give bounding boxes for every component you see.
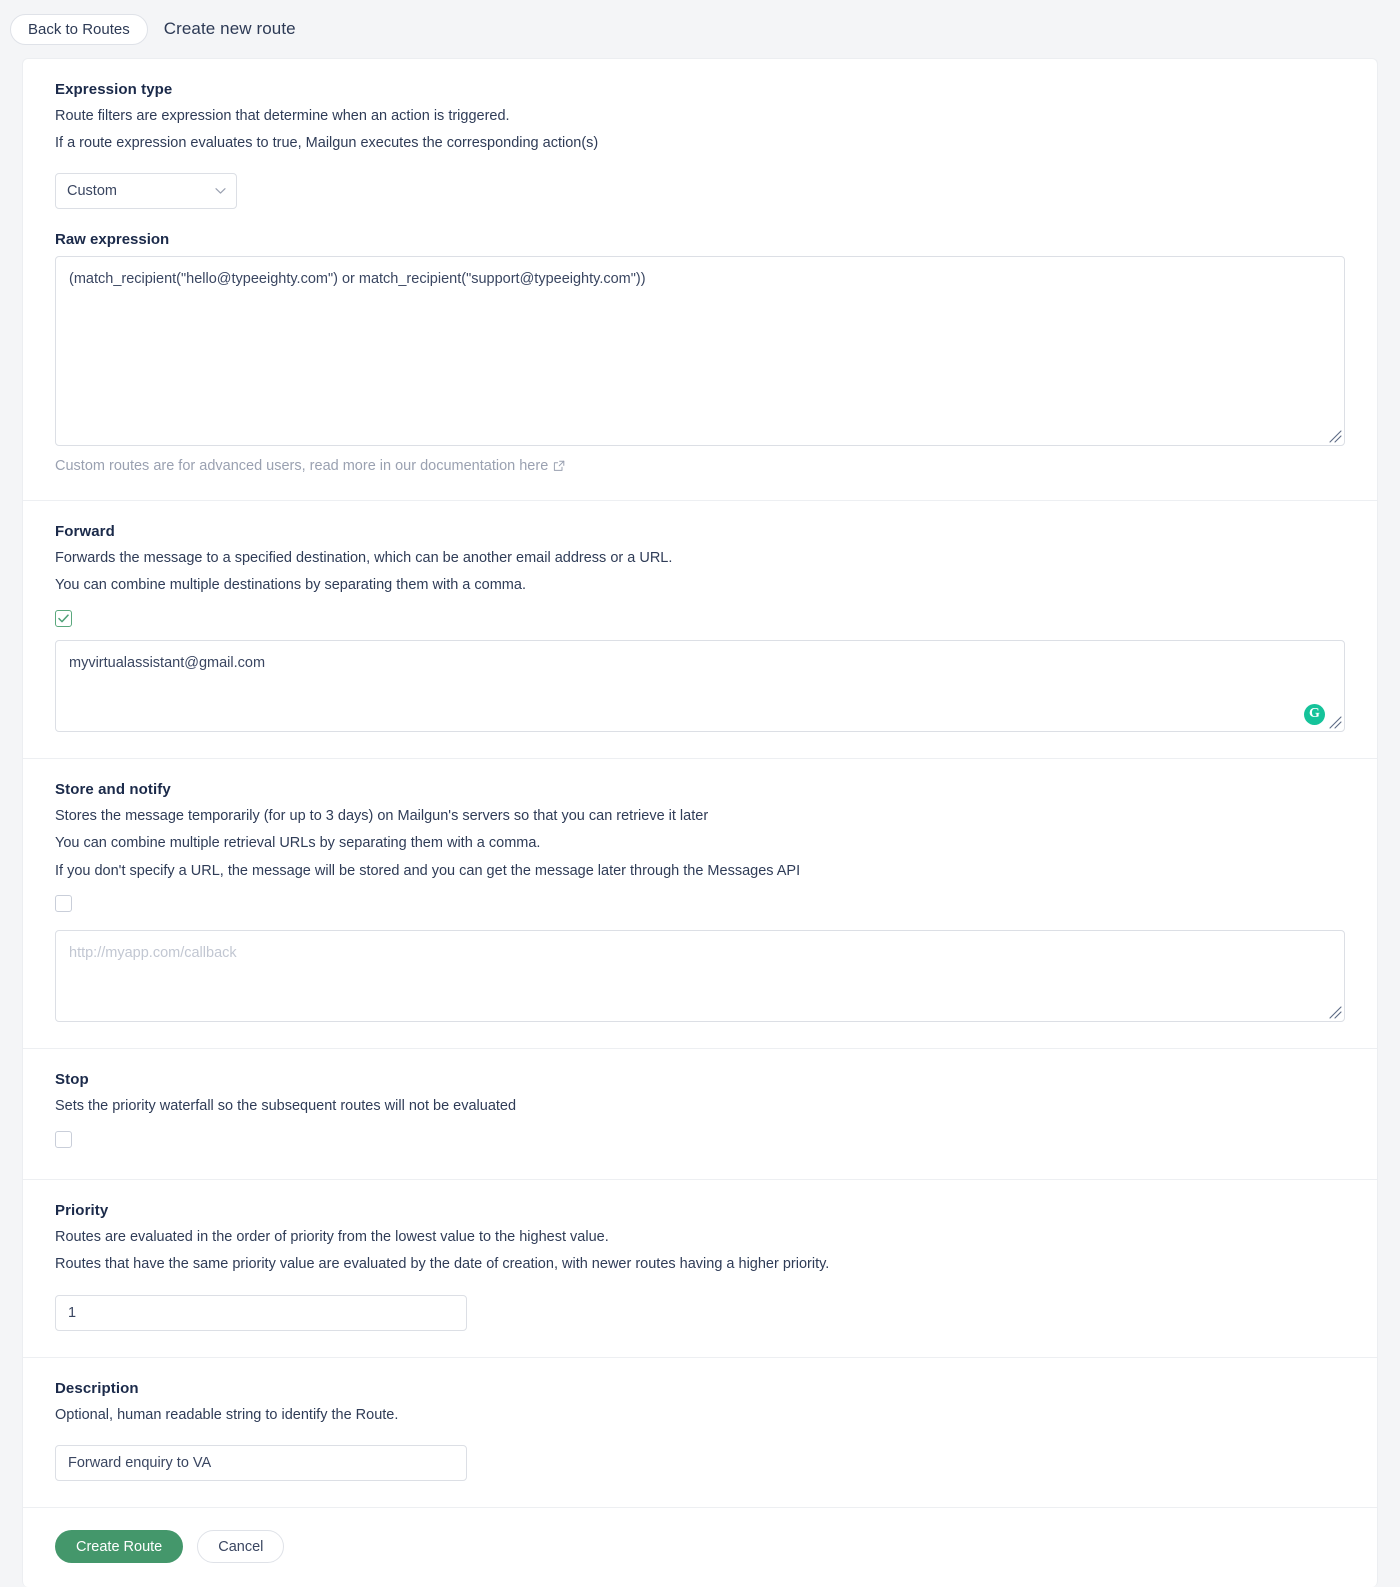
priority-description-line-1: Routes are evaluated in the order of pri…: [55, 1228, 609, 1245]
raw-expression-helper-text: Custom routes are for advanced users, re…: [55, 457, 549, 474]
expression-type-select-value: Custom: [67, 182, 117, 199]
forward-checkbox[interactable]: [55, 609, 72, 627]
forward-description-line-2: You can combine multiple destinations by…: [55, 577, 526, 594]
priority-title: Priority: [55, 1201, 109, 1219]
stop-description-line-1: Sets the priority waterfall so the subse…: [55, 1098, 517, 1115]
page-title: Create new route: [163, 19, 296, 38]
store-and-notify-checkbox[interactable]: [55, 895, 72, 913]
expression-type-select[interactable]: Custom: [55, 172, 237, 209]
expression-type-description-line-1: Route filters are expression that determ…: [55, 108, 510, 124]
expression-type-description-line-2: If a route expression evaluates to true,…: [55, 135, 599, 152]
stop-checkbox[interactable]: [55, 1130, 72, 1148]
store-and-notify-url-wrapper: [55, 930, 1345, 1023]
store-and-notify-description-line-3: If you don't specify a URL, the message …: [55, 862, 801, 879]
checkmark-icon: [58, 614, 69, 623]
description-title: Description: [55, 1379, 139, 1397]
cancel-button[interactable]: Cancel: [197, 1530, 285, 1564]
store-and-notify-description-line-1: Stores the message temporarily (for up t…: [55, 807, 709, 824]
store-and-notify-url-input[interactable]: [55, 930, 1345, 1023]
store-and-notify-title: Store and notify: [55, 780, 171, 798]
store-and-notify-section: Store and notify Stores the message temp…: [23, 759, 1377, 1050]
forward-description-line-1: Forwards the message to a specified dest…: [55, 549, 673, 566]
expression-type-section: Expression type Route filters are expres…: [23, 59, 1377, 501]
raw-expression-helper: Custom routes are for advanced users, re…: [55, 458, 1345, 474]
forward-destination-wrapper: G: [55, 639, 1345, 732]
priority-input[interactable]: [55, 1294, 467, 1331]
priority-description-line-2: Routes that have the same priority value…: [55, 1256, 830, 1273]
forward-section: Forward Forwards the message to a specif…: [23, 501, 1377, 759]
description-section: Description Optional, human readable str…: [23, 1358, 1377, 1509]
form-footer: Create Route Cancel: [23, 1508, 1377, 1587]
priority-section: Priority Routes are evaluated in the ord…: [23, 1180, 1377, 1358]
grammarly-icon[interactable]: G: [1304, 703, 1325, 725]
expression-type-title: Expression type: [55, 81, 173, 98]
forward-destination-input[interactable]: [55, 639, 1345, 732]
stop-section: Stop Sets the priority waterfall so the …: [23, 1049, 1377, 1180]
back-to-routes-button[interactable]: Back to Routes: [10, 13, 148, 45]
raw-expression-label: Raw expression: [55, 230, 170, 248]
raw-expression-input[interactable]: [55, 255, 1345, 446]
description-input[interactable]: [55, 1445, 467, 1482]
description-description-line-1: Optional, human readable string to ident…: [55, 1406, 399, 1423]
forward-title: Forward: [55, 522, 115, 540]
external-link-icon[interactable]: [553, 460, 565, 472]
stop-title: Stop: [55, 1071, 89, 1089]
expression-type-select-wrapper: Custom: [55, 172, 237, 209]
page-header: Back to Routes Create new route: [0, 0, 1400, 58]
create-route-button[interactable]: Create Route: [55, 1530, 184, 1564]
raw-expression-wrapper: [55, 255, 1345, 446]
create-route-form-card: Expression type Route filters are expres…: [22, 58, 1378, 1587]
store-and-notify-description-line-2: You can combine multiple retrieval URLs …: [55, 835, 541, 852]
